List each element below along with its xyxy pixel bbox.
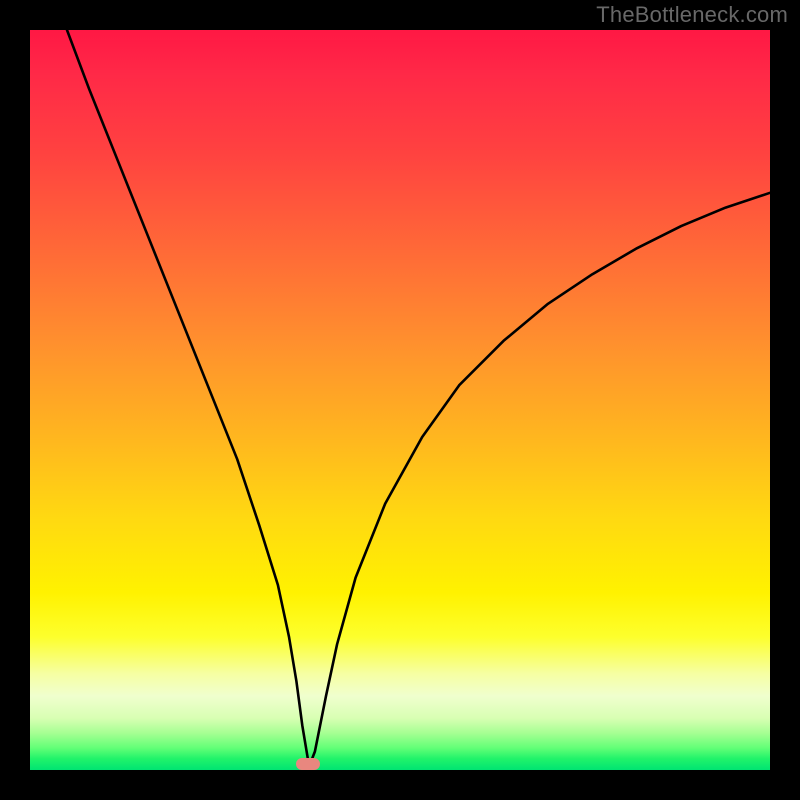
chart-frame: TheBottleneck.com [0, 0, 800, 800]
plot-area [30, 30, 770, 770]
watermark-label: TheBottleneck.com [596, 2, 788, 28]
bottleneck-curve [30, 30, 770, 770]
minimum-marker [296, 758, 320, 770]
